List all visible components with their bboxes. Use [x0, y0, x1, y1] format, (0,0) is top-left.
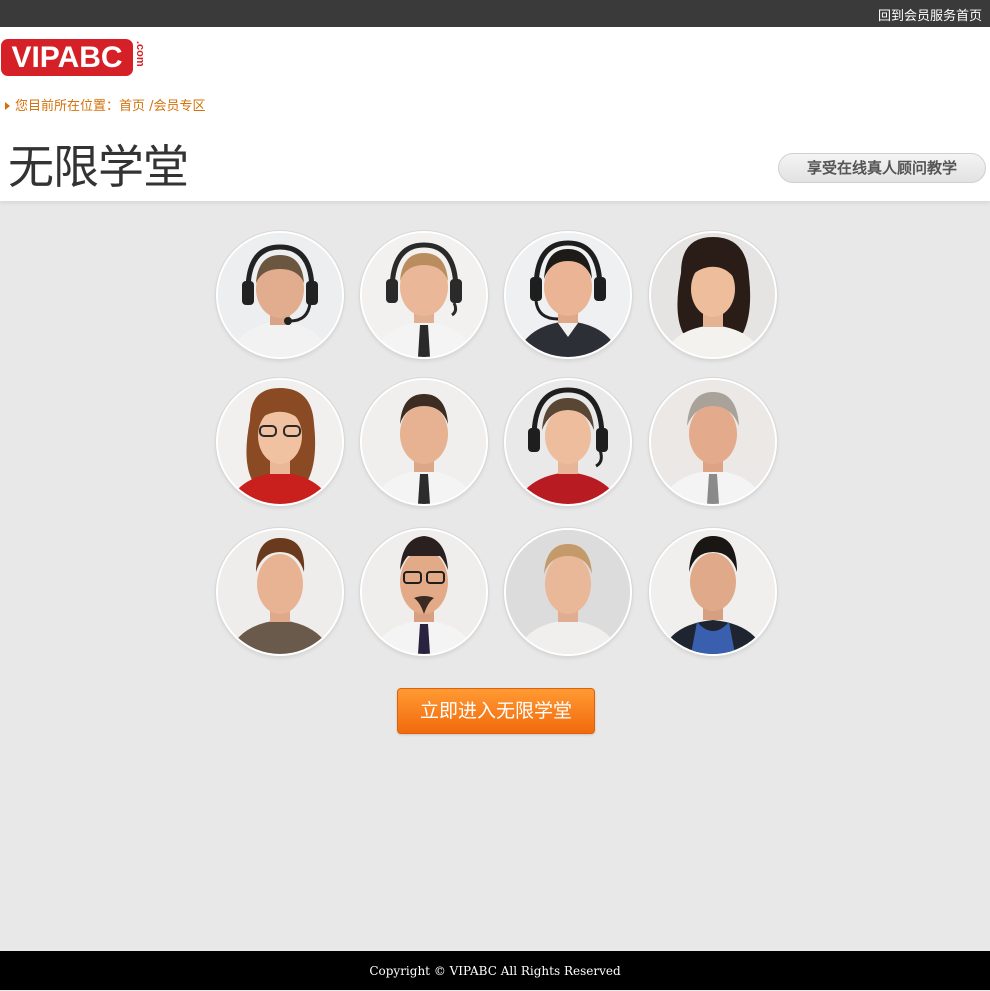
- consultant-portrait-icon: [218, 233, 342, 357]
- consultant-portrait-icon: [651, 380, 775, 504]
- breadcrumb-current[interactable]: 会员专区: [154, 99, 206, 114]
- consultant-photo-6: [360, 378, 488, 506]
- consultant-portrait-icon: [218, 530, 342, 654]
- consultant-photo-3: [504, 231, 632, 359]
- consultant-portrait-icon: [362, 233, 486, 357]
- consultant-photo-8: [649, 378, 777, 506]
- breadcrumb-arrow-icon: [5, 101, 10, 110]
- consultant-portrait-icon: [506, 380, 630, 504]
- consultant-portrait-icon: [362, 380, 486, 504]
- page-title: 无限学堂: [8, 140, 189, 194]
- consultant-photo-7: [504, 378, 632, 506]
- vipabc-logo[interactable]: VIPABC .com: [1, 39, 147, 79]
- top-bar: 回到会员服务首页: [0, 0, 990, 27]
- consultant-portrait-icon: [218, 380, 342, 504]
- logo-wordmark: VIPABC: [1, 39, 133, 76]
- breadcrumb-separator: /: [145, 99, 154, 114]
- logo-suffix: .com: [134, 41, 146, 67]
- consultant-portrait-icon: [506, 530, 630, 654]
- consultant-photo-11: [504, 528, 632, 656]
- consultant-photo-10: [360, 528, 488, 656]
- consultant-photo-12: [649, 528, 777, 656]
- breadcrumb-prefix: 您目前所在位置：: [15, 99, 120, 114]
- breadcrumb-home-link[interactable]: 首页: [119, 99, 145, 114]
- consultant-portrait-icon: [651, 530, 775, 654]
- consultant-photo-9: [216, 528, 344, 656]
- header: VIPABC .com 您目前所在位置：首页 /会员专区 无限学堂 享受在线真人…: [0, 27, 990, 201]
- consultant-photo-2: [360, 231, 488, 359]
- member-home-link[interactable]: 回到会员服务首页: [878, 5, 982, 24]
- consultant-portrait-icon: [506, 233, 630, 357]
- breadcrumb: 您目前所在位置：首页 /会员专区: [5, 95, 206, 114]
- slogan-badge: 享受在线真人顾问教学: [778, 153, 986, 183]
- consultant-photo-5: [216, 378, 344, 506]
- footer: Copyright © VIPABC All Rights Reserved: [0, 951, 990, 990]
- enter-classroom-button[interactable]: 立即进入无限学堂: [397, 688, 595, 734]
- copyright-text: Copyright © VIPABC All Rights Reserved: [369, 964, 621, 978]
- consultant-photo-4: [649, 231, 777, 359]
- consultant-portrait-icon: [362, 530, 486, 654]
- consultant-photo-1: [216, 231, 344, 359]
- consultant-portrait-icon: [651, 233, 775, 357]
